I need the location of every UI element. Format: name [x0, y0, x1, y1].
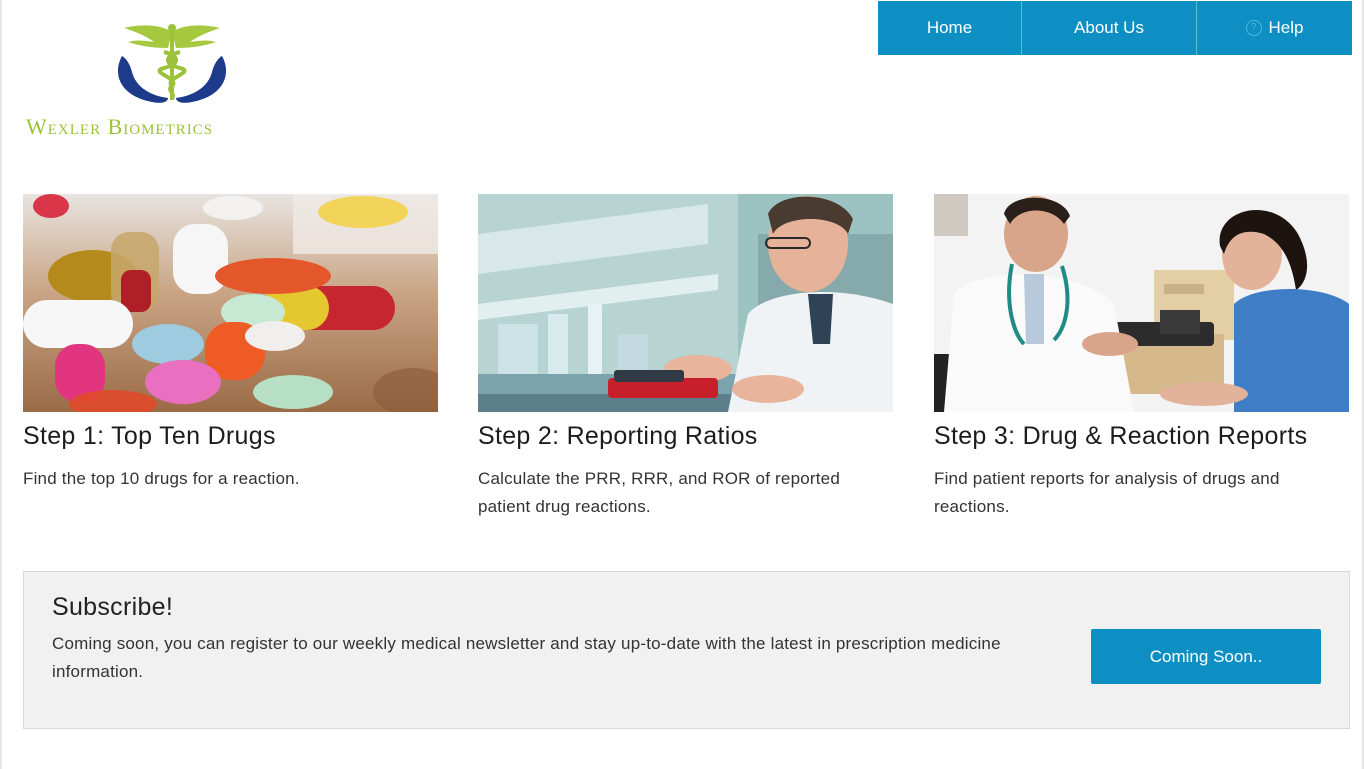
nav-help-label: Help — [1268, 18, 1304, 37]
lab-scientist-photo[interactable] — [478, 194, 893, 412]
doctor-patient-photo[interactable] — [934, 194, 1349, 412]
card-text: Calculate the PRR, RRR, and ROR of repor… — [478, 469, 840, 516]
main-nav: Home About Us ? Help — [878, 1, 1352, 55]
brand-logo[interactable]: Wexler Biometrics — [26, 22, 326, 142]
step-card-3: Step 3: Drug & Reaction Reports Find pat… — [934, 194, 1349, 521]
pills-photo[interactable] — [23, 194, 438, 412]
page-border-left — [0, 0, 2, 769]
card-title: Step 1: Top Ten Drugs — [23, 422, 276, 450]
subscribe-panel: Subscribe! Coming soon, you can register… — [23, 571, 1350, 729]
step-card-2: Step 2: Reporting Ratios Calculate the P… — [478, 194, 893, 521]
nav-about-us[interactable]: About Us — [1021, 1, 1196, 55]
brand-name: Wexler Biometrics — [26, 114, 214, 139]
question-circle-icon: ? — [1245, 20, 1262, 36]
step-card-1: Step 1: Top Ten Drugs Find the top 10 dr… — [23, 194, 438, 493]
nav-home-label: Home — [926, 18, 973, 37]
subscribe-title: Subscribe! — [52, 593, 174, 621]
card-text: Find the top 10 drugs for a reaction. — [23, 469, 300, 488]
caduceus-hands-icon — [117, 24, 227, 103]
subscribe-text: Coming soon, you can register to our wee… — [52, 634, 1001, 681]
nav-about-label: About Us — [1074, 18, 1144, 37]
nav-help[interactable]: ? Help — [1196, 1, 1352, 55]
card-title: Step 3: Drug & Reaction Reports — [934, 422, 1308, 450]
card-text: Find patient reports for analysis of dru… — [934, 469, 1280, 516]
nav-home[interactable]: Home — [878, 1, 1021, 55]
card-title: Step 2: Reporting Ratios — [478, 422, 758, 450]
coming-soon-button[interactable]: Coming Soon.. — [1091, 629, 1321, 684]
